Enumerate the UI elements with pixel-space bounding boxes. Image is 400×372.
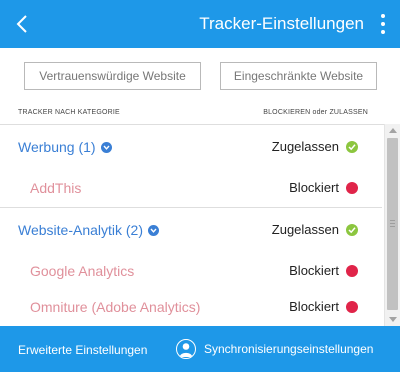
scroll-down-arrow[interactable] <box>389 317 397 322</box>
tracker-row-omniture: Omniture (Adobe Analytics) Blockiert <box>0 287 382 326</box>
blocked-dot-icon <box>346 181 358 194</box>
chevron-left-icon <box>16 15 27 33</box>
tracker-status-toggle[interactable]: Blockiert <box>289 299 358 314</box>
chevron-down-icon[interactable] <box>148 224 160 236</box>
allowed-check-icon <box>346 140 358 153</box>
tracker-row-google-analytics: Google Analytics Blockiert <box>0 251 382 291</box>
sync-settings-link[interactable]: Synchronisierungseinstellungen <box>176 339 373 359</box>
category-name[interactable]: Werbung (1) <box>18 139 112 155</box>
restricted-site-button[interactable]: Eingeschränkte Website <box>220 62 377 90</box>
user-icon <box>176 339 196 359</box>
scroll-up-arrow[interactable] <box>389 128 397 133</box>
header-bar: Tracker-Einstellungen <box>0 0 400 48</box>
tracker-name: Omniture (Adobe Analytics) <box>30 299 201 315</box>
category-divider <box>0 207 382 208</box>
site-trust-buttons: Vertrauenswürdige Website Eingeschränkte… <box>24 62 377 90</box>
allowed-check-icon <box>346 223 358 236</box>
advanced-settings-link[interactable]: Erweiterte Einstellungen <box>18 343 147 357</box>
column-header-action: BLOCKIEREN oder ZULASSEN <box>263 109 368 116</box>
category-status-toggle[interactable]: Zugelassen <box>272 139 358 154</box>
page-title: Tracker-Einstellungen <box>199 14 364 33</box>
column-headers: TRACKER NACH KATEGORIE BLOCKIEREN oder Z… <box>18 109 368 121</box>
category-row-werbung[interactable]: Werbung (1) Zugelassen <box>0 127 382 167</box>
tracker-status-toggle[interactable]: Blockiert <box>289 263 358 278</box>
footer-bar: Erweiterte Einstellungen Synchronisierun… <box>0 326 400 372</box>
category-name[interactable]: Website-Analytik (2) <box>18 222 160 238</box>
tracker-name: Google Analytics <box>30 263 135 279</box>
tracker-list: Werbung (1) Zugelassen AddThis Blockiert… <box>0 124 400 326</box>
list-scrollbar[interactable] <box>384 124 400 326</box>
category-row-website-analytik[interactable]: Website-Analytik (2) Zugelassen <box>0 210 382 250</box>
tracker-name: AddThis <box>30 180 82 196</box>
back-button[interactable] <box>10 10 34 38</box>
chevron-down-icon[interactable] <box>100 141 112 153</box>
tracker-status-toggle[interactable]: Blockiert <box>289 180 358 195</box>
tracker-row-addthis: AddThis Blockiert <box>0 168 382 208</box>
more-vertical-icon[interactable] <box>378 14 388 34</box>
trusted-site-button[interactable]: Vertrauenswürdige Website <box>24 62 201 90</box>
column-header-category: TRACKER NACH KATEGORIE <box>18 109 120 116</box>
blocked-dot-icon <box>346 300 358 313</box>
category-status-toggle[interactable]: Zugelassen <box>272 222 358 237</box>
scroll-thumb[interactable] <box>387 138 398 310</box>
blocked-dot-icon <box>346 264 358 277</box>
